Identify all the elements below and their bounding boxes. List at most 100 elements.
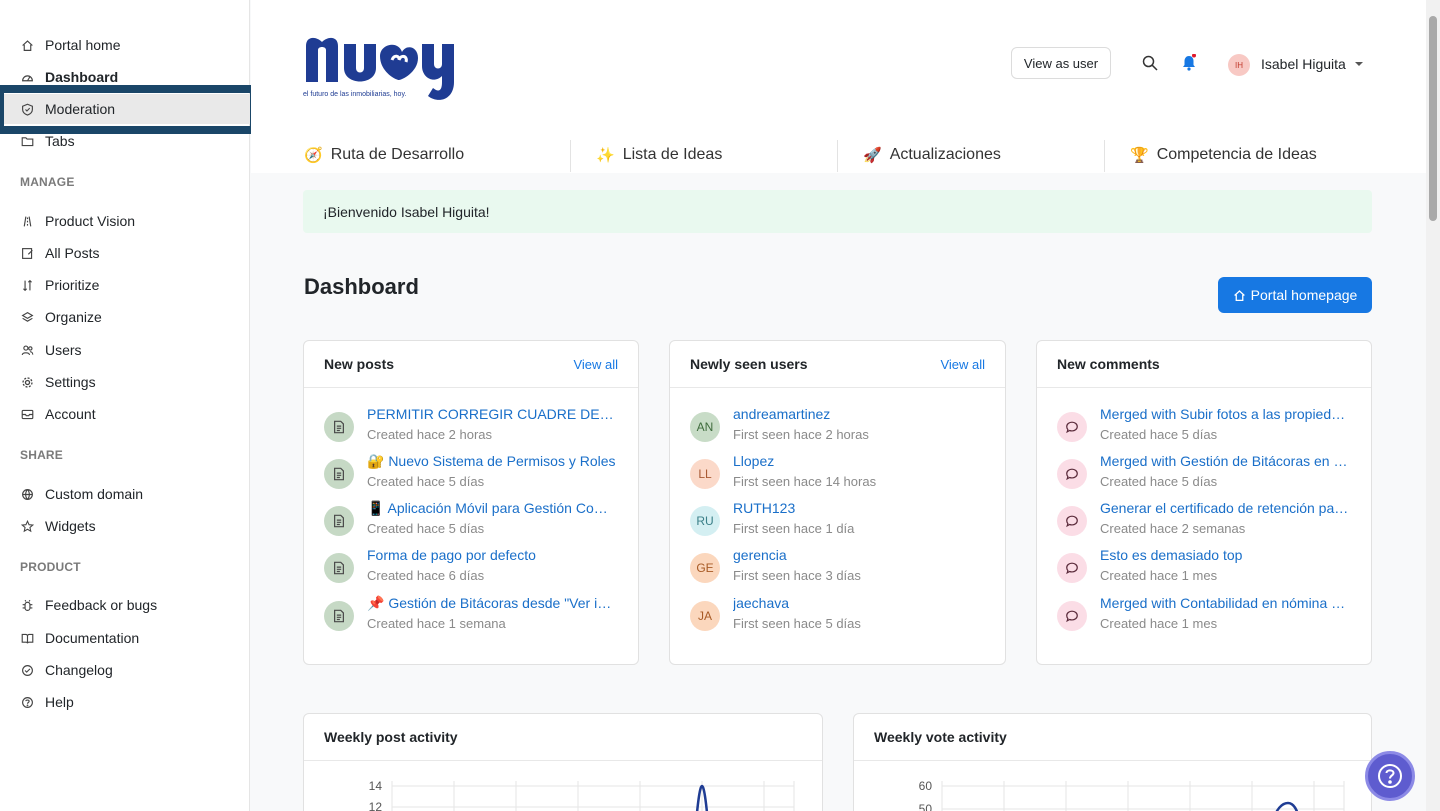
sidebar-item-feedback[interactable]: Feedback or bugs [0,590,250,620]
weekly-vote-activity-card: Weekly vote activity 60 50 [853,713,1372,811]
tab-label: Actualizaciones [889,146,1001,163]
sidebar-item-changelog[interactable]: Changelog [0,655,250,685]
user-avatar: GE [690,553,720,583]
sidebar-item-product-vision[interactable]: Product Vision [0,206,250,236]
post-title-link[interactable]: Forma de pago por defecto [367,547,617,563]
sidebar-item-label: Organize [45,309,102,325]
tab-competencia-ideas[interactable]: 🏆 Competencia de Ideas [1130,138,1317,172]
tab-ruta-desarrollo[interactable]: 🧭 Ruta de Desarrollo [304,138,464,172]
comment-created-time: Created hace 1 mes [1100,616,1218,631]
sidebar-item-moderation[interactable]: Moderation [0,94,250,124]
new-posts-card: New posts View all PERMITIR CORREGIR CUA… [303,340,639,665]
sidebar-item-custom-domain[interactable]: Custom domain [0,479,250,509]
bell-icon[interactable] [1180,54,1198,72]
gauge-icon [20,70,34,84]
portal-homepage-button[interactable]: Portal homepage [1218,277,1372,313]
tab-label: Lista de Ideas [622,146,723,163]
sidebar-item-label: Settings [45,374,96,390]
sidebar-item-dashboard[interactable]: Dashboard [0,62,250,92]
user-avatar[interactable]: IH [1228,54,1250,76]
comment-created-time: Created hace 2 semanas [1100,521,1246,536]
card-header: Weekly vote activity [854,714,1371,761]
tab-divider [1104,140,1105,172]
sidebar-item-label: Documentation [45,630,140,646]
sidebar-item-label: Custom domain [45,486,144,502]
user-name-link[interactable]: jaechava [733,595,983,611]
sidebar-item-tabs[interactable]: Tabs [0,126,250,156]
post-title-link[interactable]: 📱 Aplicación Móvil para Gestión Comercia… [367,500,617,517]
user-menu[interactable]: Isabel Higuita [1261,56,1346,72]
check-circle-icon [20,663,34,677]
new-comments-card: New comments Merged with Subir fotos a l… [1036,340,1372,665]
post-title-link[interactable]: 📌 Gestión de Bitácoras desde "Ver inmueb… [367,595,617,612]
comment-title-link[interactable]: Generar el certificado de retención para… [1100,500,1350,516]
user-name-link[interactable]: RUTH123 [733,500,983,516]
card-title: Newly seen users [690,356,808,372]
shield-icon [20,102,34,116]
book-icon [20,631,34,645]
sidebar-item-label: Dashboard [45,69,119,85]
post-created-time: Created hace 5 días [367,474,485,489]
post-title-link[interactable]: 🔐 Nuevo Sistema de Permisos y Roles [367,453,617,470]
sidebar-item-settings[interactable]: Settings [0,367,250,397]
weekly-post-activity-card: Weekly post activity 14 12 [303,713,823,811]
page-title: Dashboard [304,274,419,299]
comment-title-link[interactable]: Esto es demasiado top [1100,547,1350,563]
sidebar-item-label: Changelog [45,662,113,678]
sidebar-item-label: Help [45,694,74,710]
comment-title-link[interactable]: Merged with Subir fotos a las propiedade… [1100,406,1350,422]
button-label: Portal homepage [1250,287,1358,303]
comment-icon [1057,412,1087,442]
sidebar-item-users[interactable]: Users [0,335,250,365]
section-label-product: PRODUCT [20,560,81,574]
sidebar-item-help[interactable]: Help [0,687,250,717]
tab-divider [837,140,838,172]
y-tick-label: 60 [919,779,933,793]
sidebar-item-prioritize[interactable]: Prioritize [0,270,250,300]
card-title: New comments [1057,356,1160,372]
nuby-logo[interactable]: el futuro de las inmobiliarias, hoy. [302,22,467,109]
card-header: Newly seen users View all [670,341,1005,388]
road-icon [20,214,34,228]
section-label-share: SHARE [20,448,64,462]
home-icon [20,38,34,52]
document-icon [324,553,354,583]
sidebar-item-documentation[interactable]: Documentation [0,623,250,653]
page-scrollbar[interactable] [1426,0,1440,811]
sidebar-item-label: Feedback or bugs [45,597,158,613]
sidebar-item-all-posts[interactable]: All Posts [0,238,250,268]
globe-icon [20,487,34,501]
comment-title-link[interactable]: Merged with Contabilidad en nómina elect… [1100,595,1350,611]
user-name-link[interactable]: Llopez [733,453,983,469]
question-circle-icon [20,695,34,709]
view-all-users-link[interactable]: View all [940,357,985,372]
sidebar-item-portal-home[interactable]: Portal home [0,30,250,60]
sidebar-item-label: Users [45,342,82,358]
view-as-user-button[interactable]: View as user [1011,47,1111,79]
user-name-link[interactable]: andreamartinez [733,406,983,422]
sidebar-item-organize[interactable]: Organize [0,302,250,332]
sidebar-item-account[interactable]: Account [0,399,250,429]
comment-icon [1057,601,1087,631]
chevron-down-icon[interactable] [1355,62,1363,66]
help-chat-button[interactable] [1365,751,1415,801]
sidebar-item-label: Prioritize [45,277,100,293]
sidebar-item-widgets[interactable]: Widgets [0,511,250,541]
y-tick-label: 12 [369,800,383,811]
weekly-vote-chart: 60 50 [919,779,1345,811]
section-label-manage: MANAGE [20,175,75,189]
scrollbar-thumb[interactable] [1429,16,1437,221]
user-first-seen: First seen hace 2 horas [733,427,869,442]
sidebar-item-label: All Posts [45,245,100,261]
search-icon[interactable] [1141,54,1159,72]
card-header: New posts View all [304,341,638,388]
post-title-link[interactable]: PERMITIR CORREGIR CUADRE DE CAJA [367,406,617,422]
tab-label: Ruta de Desarrollo [330,146,465,163]
document-icon [324,506,354,536]
tab-actualizaciones[interactable]: 🚀 Actualizaciones [863,138,1001,172]
view-all-posts-link[interactable]: View all [573,357,618,372]
tab-lista-ideas[interactable]: ✨ Lista de Ideas [596,138,722,172]
comment-title-link[interactable]: Merged with Gestión de Bitácoras en inmu… [1100,453,1350,469]
user-name-link[interactable]: gerencia [733,547,983,563]
post-created-time: Created hace 1 semana [367,616,506,631]
